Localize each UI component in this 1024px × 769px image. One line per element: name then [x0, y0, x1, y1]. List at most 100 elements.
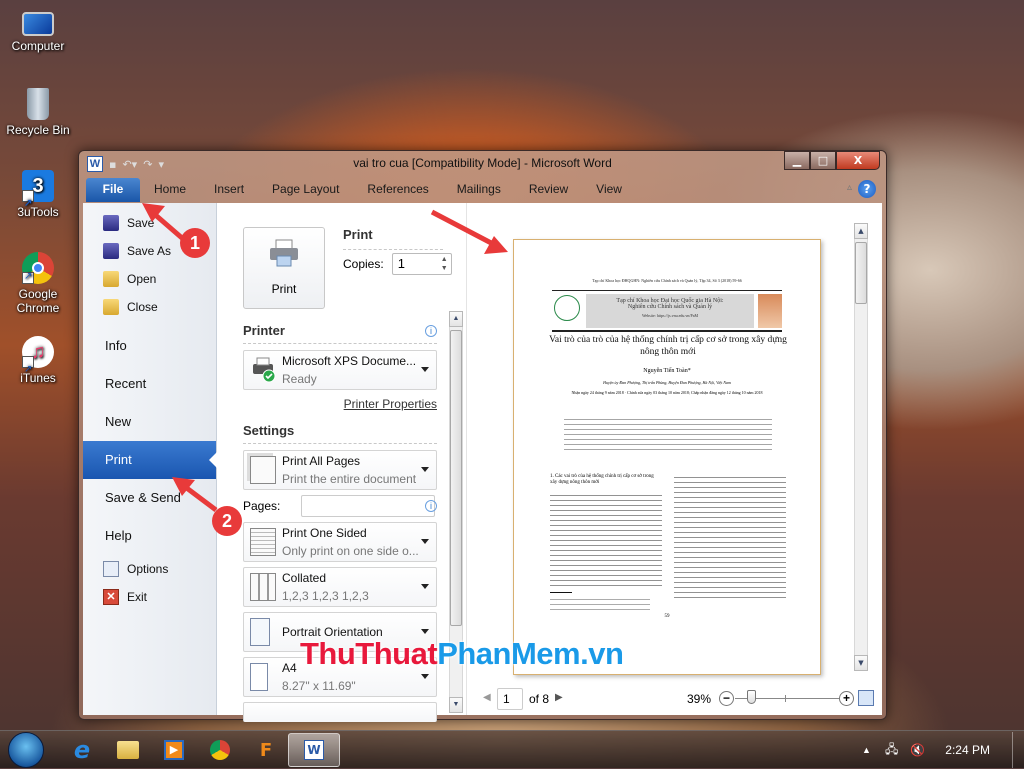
taskbar: e ▶ F W ▲ 🖧 🔇 2:24 PM: [0, 730, 1024, 768]
media-player-icon[interactable]: ▶: [148, 733, 200, 767]
maximize-button[interactable]: □: [810, 151, 836, 170]
tab-view[interactable]: View: [582, 178, 636, 202]
internet-explorer-icon[interactable]: e: [56, 733, 108, 767]
3utools-icon: 3: [22, 170, 54, 220]
printer-dropdown[interactable]: Microsoft XPS Docume... Ready: [243, 350, 437, 390]
tab-references[interactable]: References: [353, 178, 442, 202]
pages-input[interactable]: [301, 495, 435, 517]
minimize-ribbon-icon[interactable]: ▵: [847, 182, 852, 193]
tab-review[interactable]: Review: [515, 178, 582, 202]
printer-icon: [270, 239, 298, 267]
help-icon[interactable]: ?: [858, 180, 876, 198]
chrome-icon[interactable]: [194, 733, 246, 767]
portrait-page-icon: [250, 618, 270, 646]
printer-heading: Printer: [243, 323, 285, 338]
printer-icon: [253, 357, 276, 383]
journal-cover: [758, 294, 782, 328]
scroll-thumb[interactable]: [855, 242, 867, 304]
backstage-open[interactable]: Open: [83, 265, 216, 293]
margins-dropdown[interactable]: [243, 702, 437, 722]
chevron-down-icon: [421, 367, 429, 376]
save-as-icon: [103, 243, 119, 259]
page-number-input[interactable]: 1: [497, 688, 523, 710]
zoom-percent[interactable]: 39%: [687, 692, 711, 706]
scroll-down-icon[interactable]: ▼: [449, 697, 463, 713]
printer-info-icon[interactable]: i: [425, 325, 437, 337]
one-sided-icon: [250, 528, 276, 556]
journal-logo: [554, 295, 580, 321]
print-button[interactable]: Print: [243, 227, 325, 309]
zoom-to-page-icon[interactable]: [858, 690, 874, 706]
backstage-save-and-send[interactable]: Save & Send: [83, 479, 216, 517]
network-icon[interactable]: 🖧: [885, 740, 898, 761]
chevron-down-icon: [421, 467, 429, 476]
close-button[interactable]: X: [836, 151, 880, 170]
minimize-button[interactable]: ▁: [784, 151, 810, 170]
pages-info-icon[interactable]: i: [425, 500, 437, 512]
recycle-bin-icon: [27, 88, 49, 120]
start-button[interactable]: [8, 732, 44, 768]
tab-mailings[interactable]: Mailings: [443, 178, 515, 202]
paper-icon: [250, 663, 268, 691]
scroll-down-icon[interactable]: ▼: [854, 655, 868, 671]
sides-dropdown[interactable]: Print One Sided Only print on one side o…: [243, 522, 437, 562]
copies-spinner-icon[interactable]: ▲ ▼: [441, 255, 448, 273]
ribbon-tabs: File Home Insert Page Layout References …: [79, 177, 886, 202]
foxit-icon[interactable]: F: [240, 733, 292, 767]
preview-page: Tạp chí Khoa học ĐHQGHN: Nghiên cứu Chín…: [513, 239, 821, 675]
zoom-out-icon[interactable]: −: [719, 691, 734, 706]
collation-dropdown[interactable]: Collated 1,2,3 1,2,3 1,2,3: [243, 567, 437, 607]
collated-icon: [250, 573, 276, 601]
tab-page-layout[interactable]: Page Layout: [258, 178, 353, 202]
tab-insert[interactable]: Insert: [200, 178, 258, 202]
window-title: vai tro cua [Compatibility Mode] - Micro…: [353, 156, 612, 170]
show-hidden-icons[interactable]: ▲: [862, 745, 871, 755]
backstage-print[interactable]: Print: [83, 441, 217, 479]
backstage-recent[interactable]: Recent: [83, 365, 216, 403]
printer-properties-link[interactable]: Printer Properties: [344, 397, 437, 411]
chevron-down-icon: [421, 674, 429, 683]
copies-input[interactable]: 1 ▲ ▼: [391, 253, 452, 275]
scroll-up-icon[interactable]: ▲: [854, 223, 868, 239]
backstage-options[interactable]: Options: [83, 555, 216, 583]
tab-file[interactable]: File: [86, 178, 140, 202]
previous-page-icon[interactable]: ◀: [483, 692, 491, 703]
desktop-icon-chrome[interactable]: Google Chrome: [4, 252, 72, 315]
computer-icon: [22, 12, 54, 36]
step-badge-1: 1: [180, 228, 210, 258]
column-right-text: [674, 474, 786, 598]
desktop-icon-computer[interactable]: Computer: [4, 8, 72, 53]
next-page-icon[interactable]: ▶: [555, 692, 563, 703]
chevron-down-icon: [421, 539, 429, 548]
backstage-new[interactable]: New: [83, 403, 216, 441]
show-desktop-button[interactable]: [1012, 732, 1024, 768]
desktop-icon-itunes[interactable]: ♫ iTunes: [4, 336, 72, 386]
tab-home[interactable]: Home: [140, 178, 200, 202]
file-explorer-icon[interactable]: [102, 733, 154, 767]
zoom-in-icon[interactable]: +: [839, 691, 854, 706]
backstage-close[interactable]: Close: [83, 293, 216, 321]
title-bar: W ▪ ↶▾ ↷ ▾ vai tro cua [Compatibility Mo…: [79, 151, 886, 177]
clock[interactable]: 2:24 PM: [945, 743, 990, 757]
scroll-thumb[interactable]: [450, 330, 462, 626]
desktop-icon-recycle-bin[interactable]: Recycle Bin: [4, 88, 72, 137]
word-icon[interactable]: W: [288, 733, 340, 767]
scroll-up-icon[interactable]: ▲: [449, 311, 463, 327]
backstage-nav: Save Save As Open Close Info Recent New …: [83, 203, 217, 715]
chevron-down-icon: [421, 584, 429, 593]
watermark: ThuThuatPhanMem.vn: [300, 636, 624, 671]
zoom-slider-thumb[interactable]: [747, 690, 757, 704]
chrome-icon: [22, 252, 54, 284]
print-range-dropdown[interactable]: Print All Pages Print the entire documen…: [243, 450, 437, 490]
preview-status-bar: ◀ 1 of 8 ▶ 39% − +: [467, 685, 882, 715]
preview-scrollbar[interactable]: ▲ ▼: [854, 223, 868, 671]
backstage-exit[interactable]: ✕ Exit: [83, 583, 216, 611]
itunes-icon: ♫: [22, 336, 54, 386]
save-icon: [103, 215, 119, 231]
abstract-text: [564, 416, 772, 454]
desktop-icon-3utools[interactable]: 3 3uTools: [4, 170, 72, 220]
backstage-help[interactable]: Help: [83, 517, 216, 555]
backstage-info[interactable]: Info: [83, 327, 216, 365]
settings-heading: Settings: [243, 423, 295, 438]
volume-muted-icon[interactable]: 🔇: [910, 743, 925, 757]
